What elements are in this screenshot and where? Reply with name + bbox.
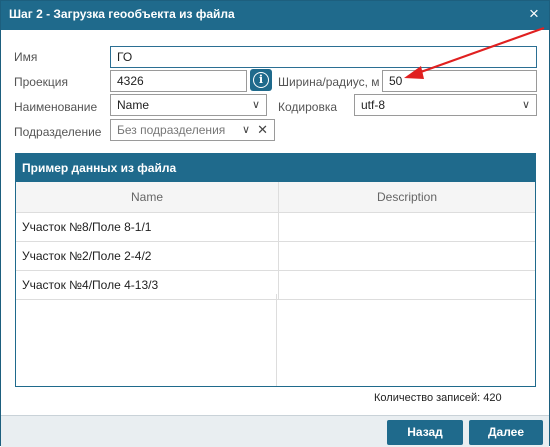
projection-label: Проекция [14,75,68,89]
projection-value: 4326 [117,74,144,88]
width-label: Ширина/радиус, м [278,75,380,89]
cell-name: Участок №8/Поле 8-1/1 [16,212,279,242]
encoding-select[interactable]: utf-8 ∨ [354,94,537,116]
clear-icon[interactable]: ✕ [257,120,268,140]
name-input[interactable]: ГО [110,46,537,68]
cell-description [278,212,535,242]
dialog-footer [1,415,549,447]
next-button[interactable]: Далее [469,420,543,445]
info-button[interactable]: i [250,69,272,91]
sample-data-panel: Пример данных из файла Name Description … [15,153,536,387]
load-geoobject-dialog: Шаг 2 - Загрузка геообъекта из файла × И… [0,0,550,447]
cell-name: Участок №2/Поле 2-4/2 [16,241,279,271]
info-icon: i [253,72,269,88]
dialog-title: Шаг 2 - Загрузка геообъекта из файла [9,7,235,21]
encoding-value: utf-8 [361,98,386,112]
back-button[interactable]: Назад [387,420,463,445]
sample-panel-header: Пример данных из файла [16,154,535,182]
naming-select[interactable]: Name ∨ [110,94,267,116]
table-header-row: Name Description [16,182,535,213]
sample-panel-title: Пример данных из файла [22,161,177,175]
subdivision-label: Подразделение [14,125,102,139]
projection-input[interactable]: 4326 [110,70,247,92]
subdivision-value: Без подразделения [117,123,226,137]
column-divider [276,294,277,386]
cell-description [278,241,535,271]
sample-table: Name Description Участок №8/Поле 8-1/1 У… [16,182,535,300]
width-input[interactable]: 50 [382,70,537,92]
column-header-description[interactable]: Description [278,182,535,213]
dialog-titlebar: Шаг 2 - Загрузка геообъекта из файла × [1,1,549,30]
subdivision-select[interactable]: Без подразделения ∨ ✕ [110,119,275,141]
width-value: 50 [389,74,403,88]
encoding-label: Кодировка [278,100,338,114]
naming-value: Name [117,98,150,112]
cell-name: Участок №4/Поле 4-13/3 [16,270,279,300]
naming-label: Наименование [14,100,98,114]
chevron-down-icon: ∨ [251,99,260,111]
chevron-down-icon: ∨ [521,99,530,111]
table-row[interactable]: Участок №2/Поле 2-4/2 [16,241,535,271]
close-icon[interactable]: × [525,5,543,23]
chevron-down-icon: ∨ [241,124,250,136]
records-count: Количество записей: 420 [374,392,502,404]
name-label: Имя [14,50,38,64]
name-value: ГО [117,50,133,64]
column-header-name[interactable]: Name [16,182,279,213]
table-row[interactable]: Участок №8/Поле 8-1/1 [16,212,535,242]
cell-description [278,270,535,300]
